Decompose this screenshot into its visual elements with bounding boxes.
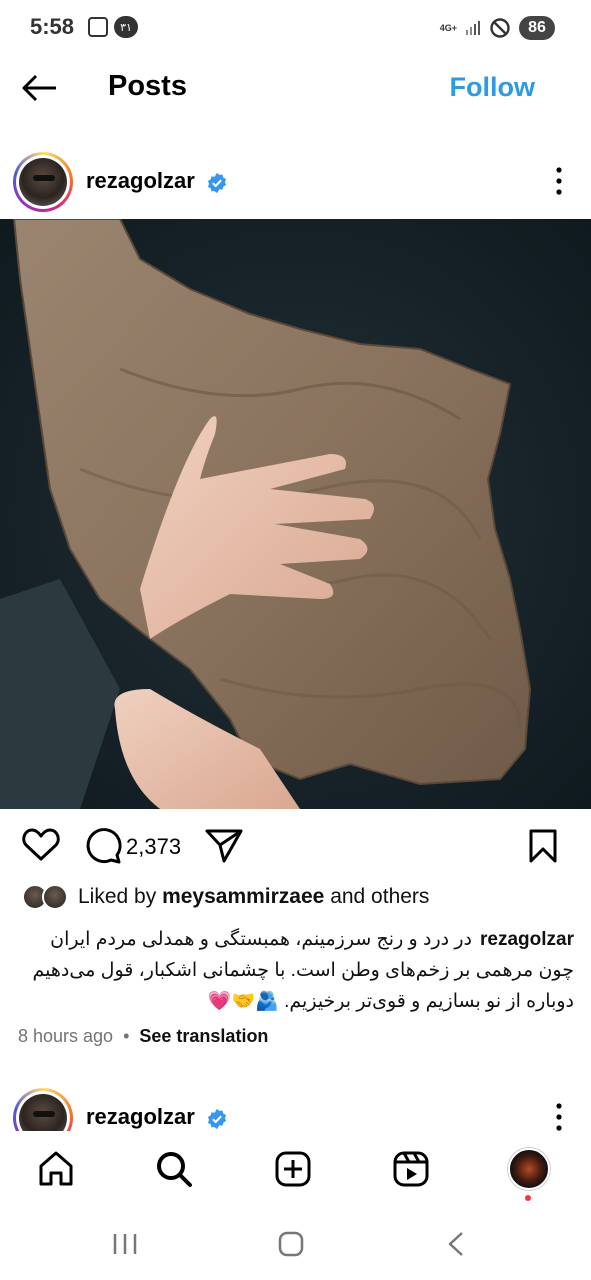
verified-badge-icon: [207, 172, 227, 194]
network-type: 4G+: [439, 22, 457, 33]
reels-icon[interactable]: [391, 1149, 431, 1189]
status-right-icons: 4G+ 86: [440, 16, 555, 40]
post-photo: [0, 219, 591, 809]
avatar[interactable]: [13, 1088, 73, 1132]
liker-avatar: [42, 884, 68, 910]
avatar-image: [19, 1094, 67, 1132]
notification-dot: [525, 1195, 531, 1201]
status-badge: ٣١: [114, 16, 138, 38]
status-left-icons: ٣١: [88, 16, 138, 38]
liked-by-text: Liked by meysammirzaee and others: [78, 885, 429, 909]
avatar-image: [19, 158, 67, 206]
app-header: Posts Follow: [0, 56, 591, 120]
back-arrow-icon[interactable]: [20, 72, 60, 104]
next-post-username[interactable]: rezagolzar: [86, 1104, 195, 1130]
liked-by-row[interactable]: Liked by meysammirzaee and others: [22, 880, 429, 914]
recent-apps-icon[interactable]: [110, 1231, 140, 1257]
bottom-nav: [0, 1131, 591, 1209]
home-icon[interactable]: [36, 1149, 76, 1189]
page-title: Posts: [108, 70, 187, 102]
meta-separator: •: [123, 1026, 130, 1046]
like-heart-icon[interactable]: [22, 828, 60, 862]
post-image[interactable]: [0, 219, 591, 809]
share-send-icon[interactable]: [204, 828, 244, 864]
search-icon[interactable]: [154, 1149, 194, 1189]
profile-avatar[interactable]: [508, 1148, 550, 1190]
post-username[interactable]: rezagolzar: [86, 168, 195, 194]
status-time: 5:58: [30, 14, 75, 39]
home-button-icon[interactable]: [276, 1231, 306, 1257]
see-translation-link[interactable]: See translation: [139, 1026, 268, 1047]
more-options-icon[interactable]: [555, 1102, 563, 1132]
signal-icon: [466, 21, 480, 35]
back-button-icon[interactable]: [442, 1231, 472, 1257]
verified-badge-icon: [207, 1108, 227, 1130]
post-caption: rezagolzarدر درد و رنج سرزمینم، همبستگی …: [18, 924, 574, 1017]
screenshot-icon: [88, 17, 108, 37]
liked-by-user[interactable]: meysammirzaee: [162, 885, 324, 908]
avatar[interactable]: [13, 152, 73, 212]
comment-icon[interactable]: [84, 828, 122, 864]
do-not-disturb-icon: [490, 18, 510, 38]
system-nav-bar: [0, 1209, 591, 1280]
post-actions: 2,373: [0, 818, 591, 878]
follow-button[interactable]: Follow: [450, 72, 535, 103]
liked-by-suffix: and others: [330, 885, 430, 908]
caption-username[interactable]: rezagolzar: [480, 929, 574, 950]
save-bookmark-icon[interactable]: [528, 828, 558, 864]
battery-indicator: 86: [519, 16, 555, 40]
more-options-icon[interactable]: [555, 166, 563, 196]
next-post-header: rezagolzar: [0, 1080, 591, 1132]
post-header: rezagolzar: [0, 144, 591, 224]
comment-count: 2,373: [126, 834, 182, 859]
create-post-icon[interactable]: [273, 1149, 313, 1189]
status-bar: 5:58 ٣١ 4G+ 86: [0, 0, 591, 56]
liked-by-prefix: Liked by: [78, 885, 157, 908]
post-meta: 8 hours ago • See translation: [18, 1026, 268, 1047]
post-timestamp: 8 hours ago: [18, 1026, 114, 1046]
